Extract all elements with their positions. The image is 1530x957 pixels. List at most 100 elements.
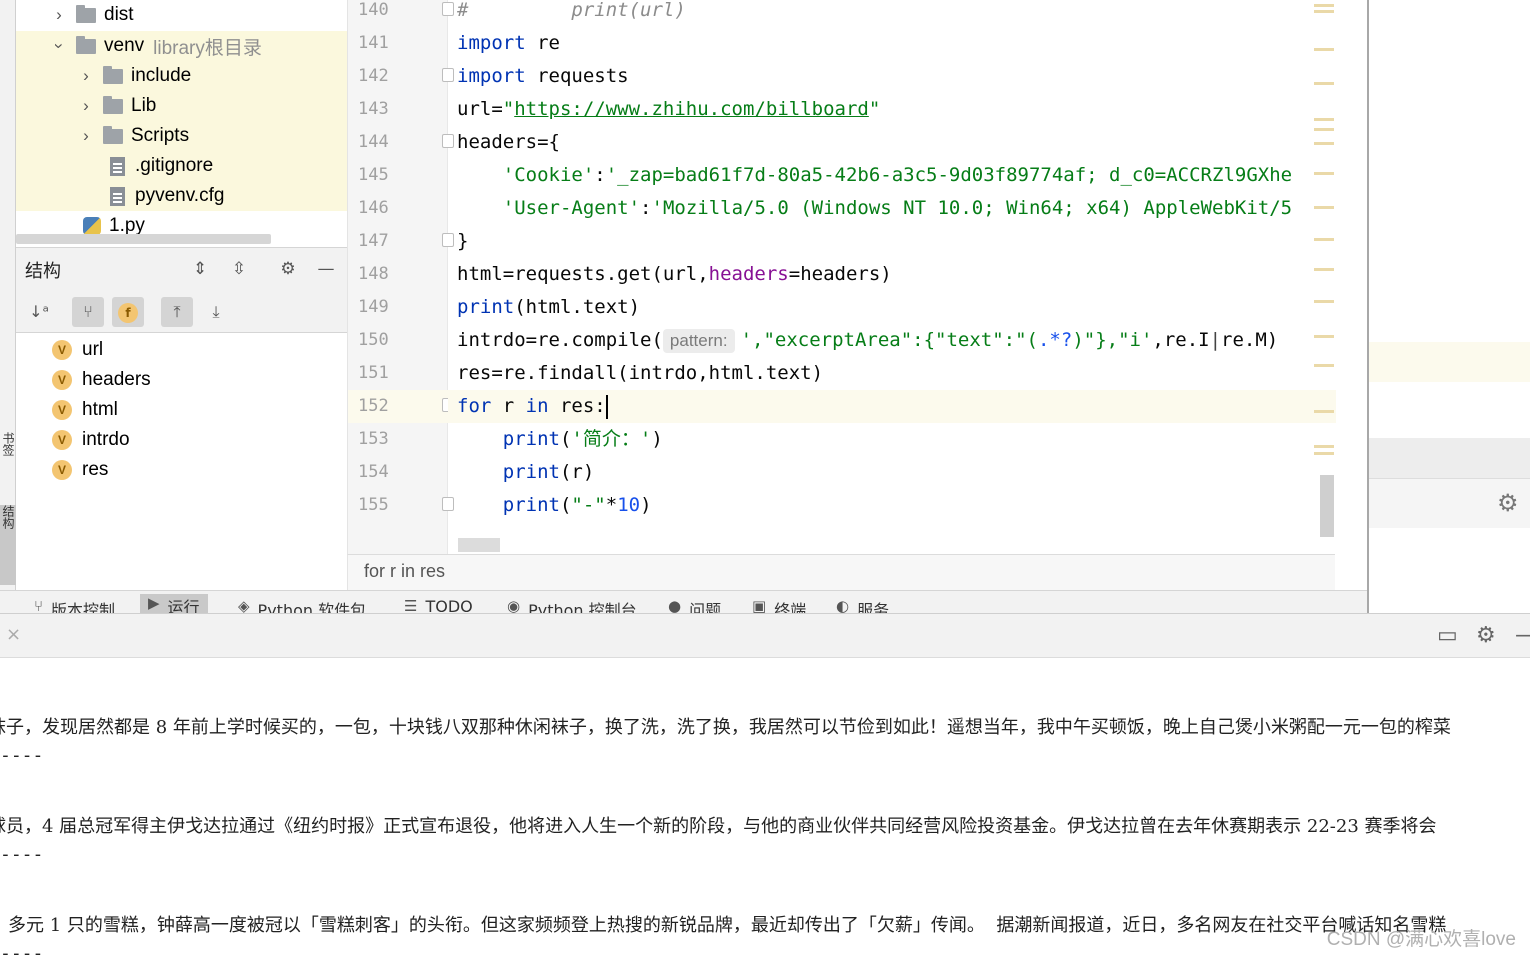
project-tree: › dist › venv library根目录 › include › Lib…: [16, 0, 347, 247]
structure-item-intrdo[interactable]: V intrdo: [52, 425, 130, 455]
variable-icon: V: [52, 430, 72, 450]
parameter-hint: pattern:: [662, 329, 735, 353]
console-text-line: 多元 1 只的雪糕，钟薛高一度被冠以「雪糕刺客」的头衔。但这家频频登上热搜的新锐…: [8, 915, 1447, 936]
show-fields-button[interactable]: f: [112, 297, 144, 327]
code-line-141: import re: [457, 32, 560, 54]
tree-item-label: dist: [104, 4, 134, 25]
code-line-140: # print(url): [457, 0, 686, 21]
bookmarks-tab[interactable]: 书签: [0, 432, 16, 492]
line-number: 142: [358, 66, 389, 86]
line-number: 143: [358, 99, 389, 119]
structure-item-headers[interactable]: V headers: [52, 365, 151, 395]
gear-icon[interactable]: ⚙: [277, 258, 299, 280]
line-number: 150: [358, 330, 389, 350]
gear-icon[interactable]: ⚙: [1497, 489, 1519, 517]
variable-icon: V: [52, 340, 72, 360]
tree-item-scripts[interactable]: › Scripts: [16, 121, 347, 151]
tab-python-console[interactable]: ◉ Python 控制台: [507, 597, 637, 613]
line-number: 155: [358, 495, 389, 515]
tab-todo[interactable]: ☰ TODO: [404, 597, 473, 613]
folder-icon: [103, 125, 123, 144]
tree-item-label: Scripts: [131, 125, 190, 146]
fold-marker-icon[interactable]: [442, 2, 454, 16]
run-icon: ▶: [148, 594, 160, 612]
tree-item-lib[interactable]: › Lib: [16, 91, 347, 121]
tab-terminal[interactable]: ▣ 终端: [752, 597, 806, 613]
structure-item-label: res: [82, 459, 109, 480]
error-stripe[interactable]: [1314, 0, 1334, 555]
structure-toolbar: ↓ᵃ ⑂ f ⤒ ⤓: [16, 291, 347, 333]
run-console-output[interactable]: ---- 袜子，发现居然都是 8 年前上学时候买的，一包，十块钱八双那种休闲袜子…: [0, 658, 1530, 957]
right-pane-band: [1369, 438, 1530, 478]
tree-item-pyvenv-cfg[interactable]: pyvenv.cfg: [16, 181, 347, 211]
structure-item-html[interactable]: V html: [52, 395, 118, 425]
tool-window-tabs: ⑂ 版本控制 ▶ 运行 ◈ Python 软件包 ☰ TODO ◉ Python 控制台 …: [0, 590, 1367, 613]
tree-item-dist[interactable]: › dist: [16, 0, 347, 30]
code-editor[interactable]: 140 141 142 143 144 145 146 147 148 149 …: [347, 0, 1367, 555]
code-line-147: }: [457, 230, 469, 252]
structure-item-url[interactable]: V url: [52, 335, 103, 365]
structure-panel: 结构 ⇕ ⇳ ⚙ — ↓ᵃ ⑂ f ⤒ ⤓ V url V headers V …: [16, 247, 347, 590]
variable-icon: V: [52, 460, 72, 480]
tab-services[interactable]: ◐ 服务: [836, 597, 889, 613]
fold-marker-icon[interactable]: [442, 134, 454, 148]
right-pane-toolbar: ⚙: [1369, 478, 1530, 528]
fold-marker-icon[interactable]: [442, 497, 454, 511]
tab-run[interactable]: ▶ 运行: [140, 594, 208, 613]
show-inherited-icon[interactable]: ⑂: [72, 297, 104, 327]
list-icon: ☰: [404, 597, 418, 613]
structure-side-tab[interactable]: 结构: [0, 505, 16, 585]
config-file-icon: [110, 186, 125, 206]
sort-alpha-icon[interactable]: ↓ᵃ: [23, 297, 55, 327]
structure-item-label: html: [82, 399, 118, 420]
close-icon[interactable]: ×: [6, 624, 21, 645]
code-line-148: html=requests.get(url,headers=headers): [457, 263, 892, 285]
structure-title: 结构: [25, 260, 61, 282]
tab-version-control[interactable]: ⑂ 版本控制: [34, 597, 115, 613]
chevron-right-icon[interactable]: ›: [79, 96, 93, 116]
code-line-150: intrdo=re.compile(pattern: ',"excerptArea…: [457, 329, 1279, 353]
line-number: 146: [358, 198, 389, 218]
collapse-all-icon[interactable]: ⇳: [228, 258, 250, 280]
tree-item-include[interactable]: › include: [16, 61, 347, 91]
line-number: 147: [358, 231, 389, 251]
chevron-right-icon[interactable]: ›: [79, 66, 93, 86]
navigate-to-source-icon[interactable]: ⤓: [200, 297, 232, 327]
line-number: 148: [358, 264, 389, 284]
console-text-line: 袜子，发现居然都是 8 年前上学时候买的，一包，十块钱八双那种休闲袜子，换了洗，…: [0, 717, 1451, 738]
expand-all-icon[interactable]: ⇕: [189, 258, 211, 280]
folder-icon: [103, 65, 123, 84]
structure-item-res[interactable]: V res: [52, 455, 108, 485]
console-text-line: 球员，4 届总冠军得主伊戈达拉通过《纽约时报》正式宣布退役，他将进入人生一个新的…: [0, 816, 1437, 837]
tree-item-venv[interactable]: › venv library根目录: [16, 31, 347, 61]
fold-marker-icon[interactable]: [442, 233, 454, 247]
restore-layout-icon[interactable]: ▭: [1437, 623, 1458, 648]
chevron-down-icon[interactable]: ›: [49, 39, 69, 53]
url-link[interactable]: https://www.zhihu.com/billboard: [514, 98, 869, 120]
line-number: 141: [358, 33, 389, 53]
code-line-142: import requests: [457, 65, 629, 87]
code-line-154: print(r): [502, 461, 595, 483]
console-separator: ----: [0, 844, 44, 865]
chevron-right-icon[interactable]: ›: [52, 5, 66, 25]
tree-item-label: .gitignore: [135, 155, 214, 176]
left-tool-strip: 书签 结构: [0, 0, 16, 590]
navigate-from-source-icon[interactable]: ⤒: [161, 297, 193, 327]
tree-item-gitignore[interactable]: .gitignore: [16, 151, 347, 181]
chevron-right-icon[interactable]: ›: [79, 126, 93, 146]
fold-marker-icon[interactable]: [442, 68, 454, 82]
minimize-icon[interactable]: —: [315, 258, 337, 280]
line-number: 151: [358, 363, 389, 383]
text-caret: [605, 394, 608, 419]
breadcrumb[interactable]: for r in res: [364, 561, 445, 582]
tab-python-packages[interactable]: ◈ Python 软件包: [238, 597, 366, 613]
gear-icon[interactable]: ⚙: [1476, 623, 1496, 648]
tab-problems[interactable]: ● 问题: [668, 597, 721, 613]
minimize-icon[interactable]: —: [1515, 623, 1530, 648]
line-number: 144: [358, 132, 389, 152]
tree-scrollbar-horizontal[interactable]: [16, 234, 271, 244]
library-root-label: library根目录: [153, 37, 262, 59]
editor-scrollbar-vertical[interactable]: [1320, 475, 1334, 537]
editor-scrollbar-horizontal[interactable]: [458, 538, 500, 552]
python-file-icon: [83, 217, 101, 235]
